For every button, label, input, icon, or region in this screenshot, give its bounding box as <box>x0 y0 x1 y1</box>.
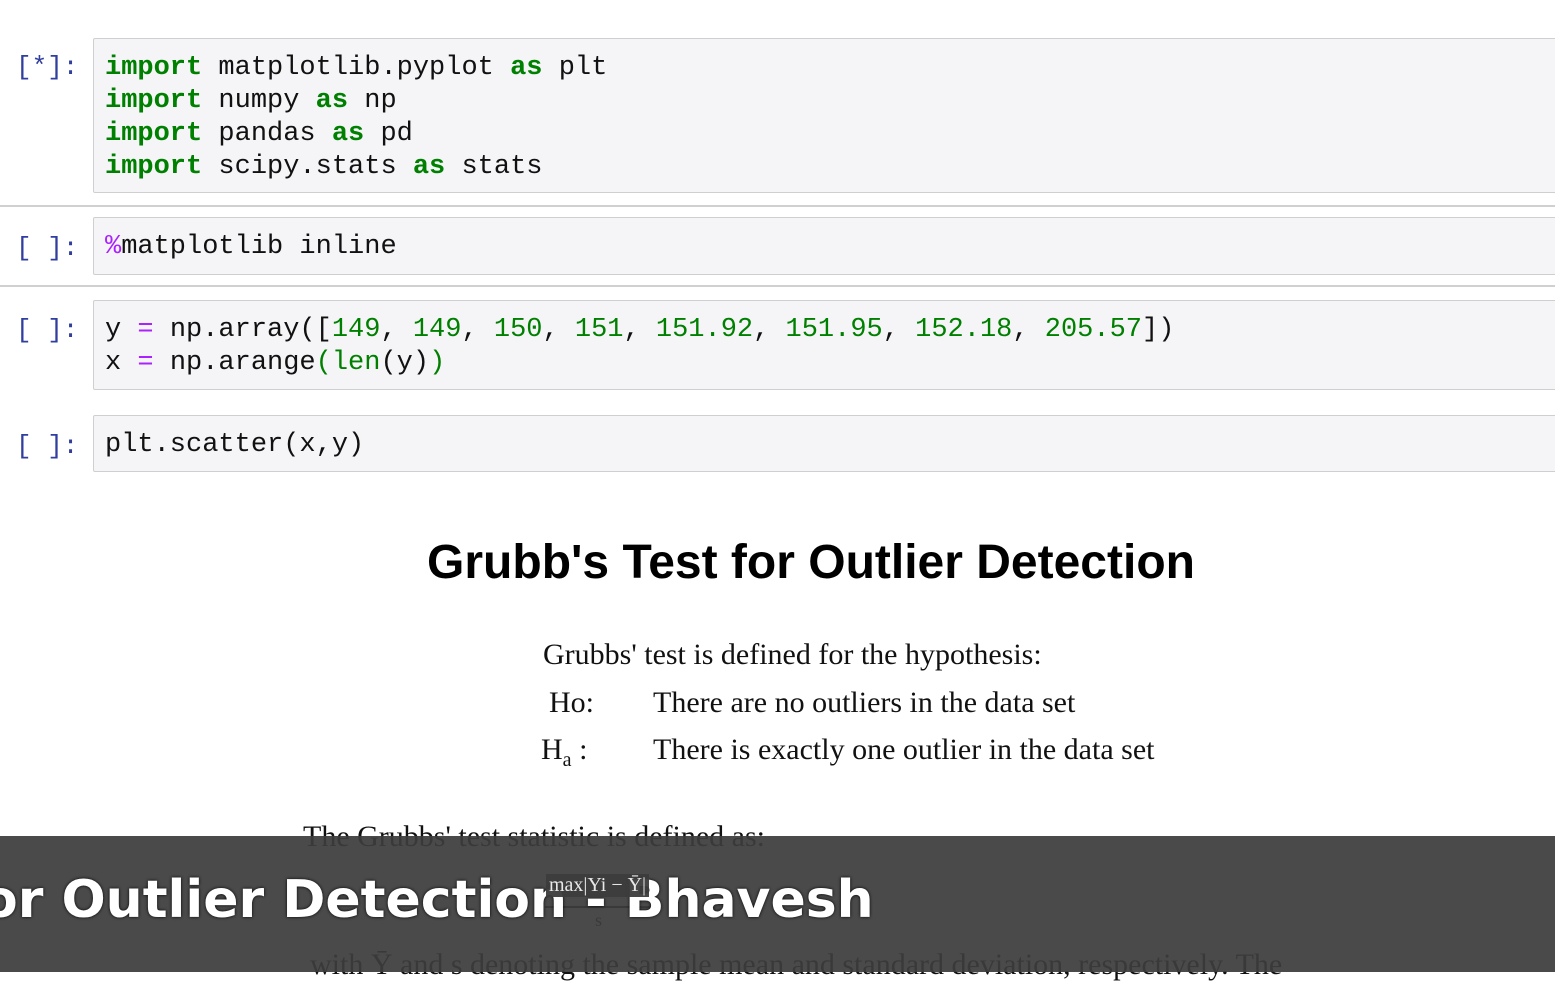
builtin: len <box>331 348 381 378</box>
var: y <box>105 315 122 345</box>
ha-letter: H <box>541 733 563 766</box>
cell-prompt: [ ]: <box>16 431 79 461</box>
ha-text: There is exactly one outlier in the data… <box>653 733 1155 766</box>
module: scipy.stats <box>218 152 397 182</box>
video-caption-text: or Outlier Detection - Bhavesh <box>0 870 874 930</box>
cell-prompt: [ ]: <box>16 315 79 345</box>
intro-text: Grubbs' test is defined for the hypothes… <box>543 638 1042 671</box>
number: 205.57 <box>1044 315 1142 345</box>
number: 151.95 <box>785 315 883 345</box>
ha-label: Ha : <box>541 733 587 772</box>
number: 149 <box>412 315 462 345</box>
args: (y) <box>380 348 430 378</box>
keyword: as <box>510 53 543 83</box>
paren: ) <box>429 348 446 378</box>
cell-divider <box>0 205 1555 207</box>
function: np.array([ <box>169 315 332 345</box>
operator: = <box>137 315 154 345</box>
keyword: import <box>105 53 203 83</box>
code-cell-scatter[interactable]: plt.scatter(x,y) <box>93 415 1555 472</box>
operator: = <box>137 348 154 378</box>
code-cell-data[interactable]: y = np.array([149, 149, 150, 151, 151.92… <box>93 300 1555 390</box>
code-line: import matplotlib.pyplot as plt <box>105 52 1555 85</box>
number: 151 <box>574 315 624 345</box>
code-text: matplotlib inline <box>121 232 397 262</box>
number: 152.18 <box>915 315 1013 345</box>
code-text: plt.scatter(x,y) <box>105 430 365 460</box>
magic-symbol: % <box>105 232 122 262</box>
code-line: import pandas as pd <box>105 118 1555 151</box>
keyword: import <box>105 152 203 182</box>
code-line: x = np.arange(len(y)) <box>105 347 1555 380</box>
formula-numerator: max|Yi − Ȳ| <box>546 874 650 897</box>
alias: np <box>364 86 397 116</box>
keyword: as <box>331 119 365 149</box>
module: pandas <box>218 119 316 149</box>
alias: plt <box>558 53 608 83</box>
code-line: import scipy.stats as stats <box>105 151 1555 184</box>
markdown-title: Grubb's Test for Outlier Detection <box>427 536 1195 589</box>
number: 149 <box>331 315 381 345</box>
code-cell-imports[interactable]: import matplotlib.pyplot as plt import nu… <box>93 38 1555 193</box>
keyword: as <box>315 86 349 116</box>
alias: stats <box>461 152 543 182</box>
alias: pd <box>380 119 413 149</box>
number: 150 <box>493 315 543 345</box>
code-line: import numpy as np <box>105 85 1555 118</box>
cell-divider <box>0 285 1555 287</box>
function: np.arange <box>169 348 316 378</box>
keyword: import <box>105 86 203 116</box>
module: matplotlib.pyplot <box>218 53 494 83</box>
keyword: import <box>105 119 203 149</box>
cell-prompt: [ ]: <box>16 233 79 263</box>
var: x <box>105 348 122 378</box>
paren: ( <box>315 348 332 378</box>
bracket: ]) <box>1142 315 1175 345</box>
h0-label: Ho: <box>549 686 594 719</box>
h0-text: There are no outliers in the data set <box>653 686 1076 719</box>
code-line: y = np.array([149, 149, 150, 151, 151.92… <box>105 315 1175 345</box>
ha-colon: : <box>571 733 588 766</box>
cell-prompt: [*]: <box>16 52 79 82</box>
number: 151.92 <box>655 315 754 345</box>
ha-subscript: a <box>562 749 572 771</box>
code-cell-magic[interactable]: %matplotlib inline <box>93 217 1555 275</box>
keyword: as <box>412 152 446 182</box>
module: numpy <box>218 86 300 116</box>
